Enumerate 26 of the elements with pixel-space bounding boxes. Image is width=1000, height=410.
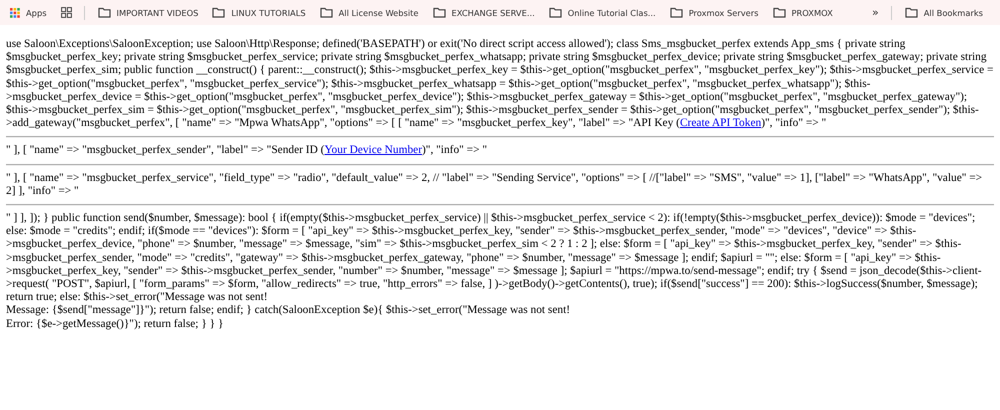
- bookmark-folder[interactable]: Proxmox Servers: [662, 2, 766, 22]
- bookmark-folder[interactable]: PROXMOX: [766, 2, 840, 22]
- all-bookmarks-folder[interactable]: All Bookmarks: [898, 2, 990, 22]
- folder-icon: [772, 7, 786, 18]
- tab-groups-icon[interactable]: [60, 7, 72, 18]
- code-text: " ] ], ]); } public function send($number, $message): bool { if(empty($this->msgbucket_perfex_service) || $this->msgbucket_perfex_service < 2): if(!empty($this->msgbucket_perfex_device)): $mode = "devices"; else: $mode = "credits"; endif; if($mode == "devices"): $form = [ "api_key" => $this->msgbucket_perfex_key, "sender" => $this->msgbucket_perfex_sender, "mode" => "devices", "device" => $this->msgbucket_perfex_device, "phone" => $number, "message" => $message, "sim" => $this->msgbucket_perfex_sim < 2 ? 1 : 2 ]; else: $form = [ "api_key" => $this->msgbucket_perfex_key, "sender" => $this->msgbucket_perfex_sender, "mode" => "credits", "gateway" => $this->msgbucket_perfex_gateway, "phone" => $number, "message" => $message ]; endif; $apiurl = ""; else: $form = [ "api_key" => $this->msgbucket_perfex_key, "sender" => $this->msgbucket_perfex_sender, "number" => $number, "message" => $message ]; $apiurl = "https://mpwa.to/send-message"; endif; try { $send = json_decode($this->client->request( "POST", $apiurl, [ "form_params" => $form, "allow_redirects" => true, "http_errors" => false, ] )->getBody()->getContents(), true); if($send["success"] == 200): $this->logSuccess($number, $message); return true; else: $this->set_error("Message was not sent! Message: {$send["message"]}"); return false; endif; } catch(SaloonException $e){ $this->set_error("Message was not sent! Error: {$e->getMessage()}"); return false; } } }: [6, 212, 983, 331]
- folder-icon: [432, 7, 446, 18]
- bookmark-folder[interactable]: EXCHANGE SERVE...: [426, 2, 542, 22]
- code-text: use Saloon\Exceptions\SaloonException; use Saloon\Http\Response; defined('BASEPATH') or exit('No direct script access allowed'); class Sms_msgbucket_perfex extends App_sms { private string $msgbucket_perfex_key; private string $msgbucket_perfex_service; private string $msgbucket_perfex_whatsapp; private string $msgbucket_perfex_device; private string $msgbucket_perfex_gateway; private string $msgbucket_perfex_sim; public function __construct() { parent::__construct(); $this->msgbucket_perfex_key = $this->get_option("msgbucket_perfex", "msgbucket_perfex_key"); $this->msgbucket_perfex_service = $this->get_option("msgbucket_perfex", "msgbucket_perfex_service"); $this->msgbucket_perfex_whatsapp = $this->get_option("msgbucket_perfex", "msgbucket_perfex_whatsapp"); $this->msgbucket_perfex_device = $this->get_option("msgbucket_perfex", "msgbucket_perfex_device"); $this->msgbucket_perfex_gateway = $this->get_option("msgbucket_perfex", "msgbucket_perfex_gateway"); $this->msgbucket_perfex_sim = $this->get_option("msgbucket_perfex", "msgbucket_perfex_sim"); $this->msgbucket_perfex_sender = $this->get_option("msgbucket_perfex", "msgbucket_perfex_sender"); $this->add_gateway("msgbucket_perfex", [ "name" => "Mpwa WhatsApp", "options" => [ [ "name" => "msgbucket_perfex_key", "label" => "API Key (Create API Token)", "info" => ": [6, 38, 994, 130]
- bookmark-folder[interactable]: LINUX TUTORIALS: [205, 2, 313, 22]
- more-bookmarks-button[interactable]: »: [866, 6, 885, 19]
- apps-shortcut[interactable]: Apps: [10, 2, 55, 22]
- apps-grid-icon: [10, 8, 20, 18]
- folder-icon: [904, 7, 918, 18]
- link[interactable]: Your Device Number: [324, 144, 422, 156]
- code-text: " ], [ "name" => "msgbucket_perfex_service", "field_type" => "radio", "default_value" => 2, // "label" => "Sending Service", "options" => [ //["label" => "SMS", "value" => 1], ["label" => "WhatsApp", "value" => 2] ], "info" => ": [6, 172, 984, 198]
- bookmark-folder[interactable]: Online Tutorial Clas...: [542, 2, 663, 22]
- bookmark-folder[interactable]: IMPORTANT VIDEOS: [90, 2, 206, 22]
- folder-icon: [98, 7, 111, 18]
- folder-icon: [548, 7, 562, 18]
- folder-icon: [212, 7, 226, 18]
- folder-icon: [670, 7, 683, 18]
- bookmark-folder[interactable]: All License Website: [312, 2, 426, 22]
- folder-icon: [320, 7, 333, 18]
- link[interactable]: Create API Token: [680, 117, 762, 130]
- code-text: " ], [ "name" => "msgbucket_perfex_sender", "label" => "Sender ID (Your Device Number)", "info" => ": [6, 144, 488, 158]
